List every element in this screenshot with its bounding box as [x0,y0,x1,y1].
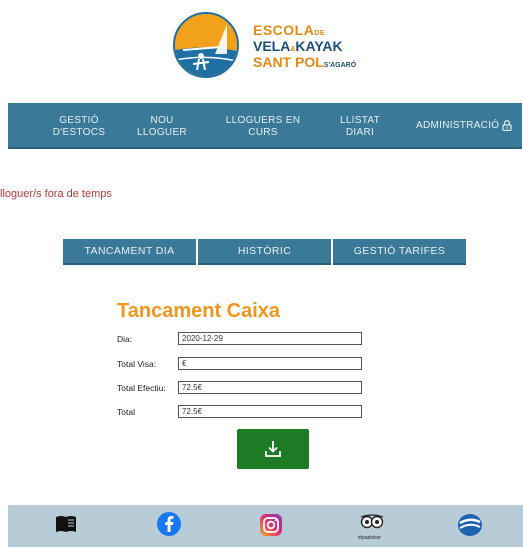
logo-line3: SANT POL [253,54,324,70]
total-efectiu-field[interactable]: 72.5€ [178,381,362,394]
tripadvisor-label: tripadvisor [358,535,382,541]
overdue-rentals-alert[interactable]: lloguer/s fora de temps [0,188,112,200]
book-icon[interactable] [55,515,77,538]
nav-item-nou-lloguer[interactable]: NOU LLOGUER [132,115,192,138]
dia-field[interactable]: 2020-12-29 [178,332,362,345]
total-field[interactable]: 72.5€ [178,405,362,418]
download-button[interactable] [237,429,309,469]
brand-swirl-icon[interactable] [457,513,483,542]
nav-item-label: GESTIÓ [59,115,99,126]
logo-line2b: KAYAK [295,38,343,54]
historic-button[interactable]: HISTÒRIC [198,239,331,265]
nav-item-lloguers-en-curs[interactable]: LLOGUERS EN CURS [220,115,306,138]
school-logo: ESCOLADE VELA&KAYAK SANT POLS'AGARÓ [173,12,413,80]
nav-item-label: ADMINISTRACIÓ [416,120,500,131]
logo-line1: ESCOLA [253,22,315,38]
logo-line3-small: S'AGARÓ [323,62,357,69]
tripadvisor-icon[interactable]: tripadvisor [356,514,392,541]
total-visa-label: Total Visa: [117,359,157,369]
nav-item-gestio-estocs[interactable]: GESTIÓ D'ESTOCS [44,115,114,138]
main-nav: GESTIÓ D'ESTOCS NOU LLOGUER LLOGUERS EN … [8,103,522,149]
logo-line1-small: DE [314,30,326,37]
button-label: GESTIÓ TARIFES [353,245,446,257]
nav-item-label: LLOGUERS EN [225,115,301,126]
nav-item-label: CURS [248,126,278,138]
total-efectiu-label: Total Efectiu: [117,383,166,393]
nav-item-label: LLOGUER [137,126,187,138]
total-visa-field[interactable]: € [178,357,362,370]
lock-icon [502,120,512,132]
tancament-dia-button[interactable]: TANCAMENT DIA [63,239,196,265]
logo-line2a: VELA [253,38,291,54]
nav-item-label: D'ESTOCS [52,126,106,138]
gestio-tarifes-button[interactable]: GESTIÓ TARIFES [333,239,466,265]
instagram-icon[interactable] [259,513,283,542]
nav-item-label: DIARI [345,126,375,138]
dia-label: Dia: [117,334,133,344]
download-icon [263,439,283,459]
nav-item-label: NOU [150,115,174,126]
page-title: Tancament Caixa [117,300,281,322]
nav-item-llistat-diari[interactable]: LLISTAT DIARI [334,115,386,138]
button-label: TANCAMENT DIA [84,245,175,257]
total-label: Total [117,407,135,417]
nav-item-administracio[interactable]: ADMINISTRACIÓ [416,120,522,132]
logo-emblem [173,12,239,78]
logo-wordmark: ESCOLADE VELA&KAYAK SANT POLS'AGARÓ [253,23,356,71]
nav-item-label: LLISTAT [339,115,381,126]
button-label: HISTÒRIC [237,245,292,257]
facebook-icon[interactable] [156,511,182,542]
